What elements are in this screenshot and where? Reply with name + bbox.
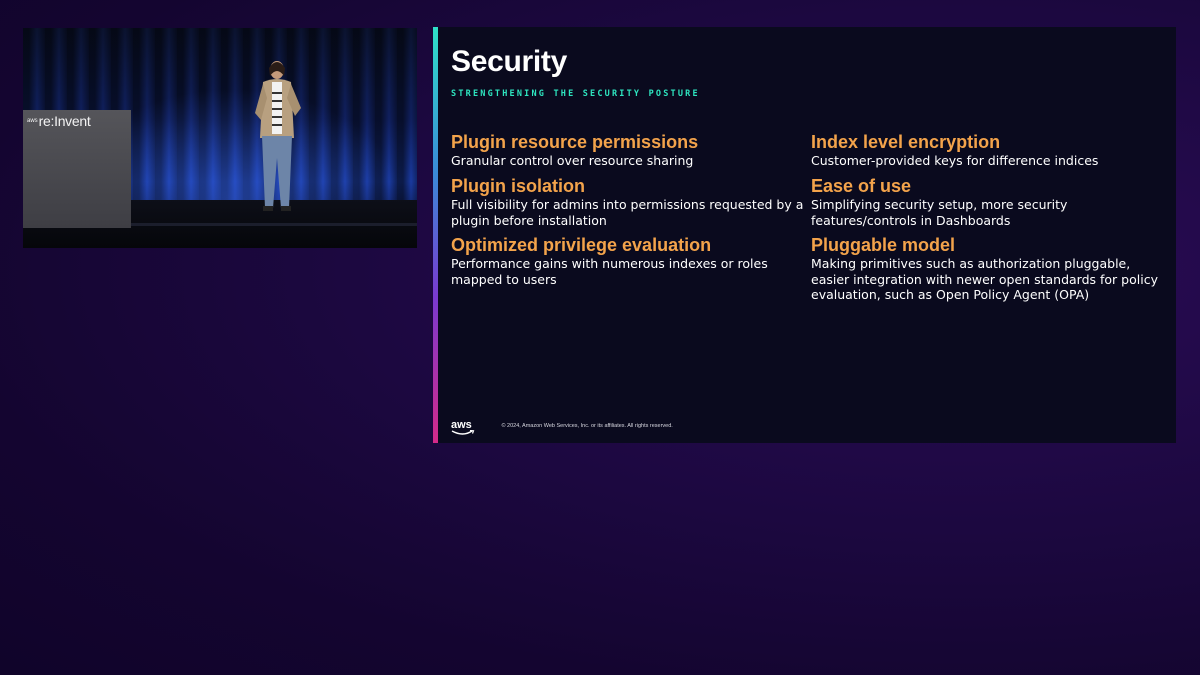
feature-heading: Pluggable model — [811, 235, 956, 255]
speaker-figure — [255, 61, 301, 211]
slide-subtitle: STRENGTHENING THE SECURITY POSTURE — [451, 89, 700, 99]
feature-item-index-level-encryption: Index level encryption Customer-provided… — [811, 132, 1166, 169]
copyright-notice: © 2024, Amazon Web Services, Inc. or its… — [501, 422, 673, 429]
feature-item-plugin-resource-permissions: Plugin resource permissions Granular con… — [451, 132, 806, 169]
feature-description: Granular control over resource sharing — [451, 153, 694, 168]
feature-item-pluggable-model: Pluggable model Making primitives such a… — [811, 235, 1166, 303]
feature-description: Performance gains with numerous indexes … — [451, 256, 768, 287]
feature-heading: Plugin isolation — [451, 176, 585, 196]
slide-footer: aws © 2024, Amazon Web Services, Inc. or… — [451, 417, 673, 435]
feature-heading: Optimized privilege evaluation — [451, 235, 712, 255]
feature-description: Full visibility for admins into permissi… — [451, 197, 804, 228]
podium: awsre:Invent — [23, 110, 131, 228]
feature-description: Making primitives such as authorization … — [811, 256, 1158, 302]
slide-title: Security — [451, 45, 567, 78]
feature-item-ease-of-use: Ease of use Simplifying security setup, … — [811, 176, 1166, 228]
aws-smile-icon — [451, 430, 475, 435]
aws-logo: aws — [451, 420, 475, 435]
speaker-video-feed: awsre:Invent — [23, 28, 417, 248]
feature-description: Simplifying security setup, more securit… — [811, 197, 1068, 228]
feature-description: Customer-provided keys for difference in… — [811, 153, 1099, 168]
feature-item-optimized-privilege-evaluation: Optimized privilege evaluation Performan… — [451, 235, 806, 287]
presentation-slide: Security STRENGTHENING THE SECURITY POST… — [433, 27, 1176, 443]
feature-item-plugin-isolation: Plugin isolation Full visibility for adm… — [451, 176, 806, 228]
slide-accent-bar — [433, 27, 438, 443]
feature-heading: Index level encryption — [811, 132, 1001, 152]
feature-heading: Ease of use — [811, 176, 912, 196]
reinvent-logo: awsre:Invent — [27, 113, 91, 129]
feature-heading: Plugin resource permissions — [451, 132, 699, 152]
